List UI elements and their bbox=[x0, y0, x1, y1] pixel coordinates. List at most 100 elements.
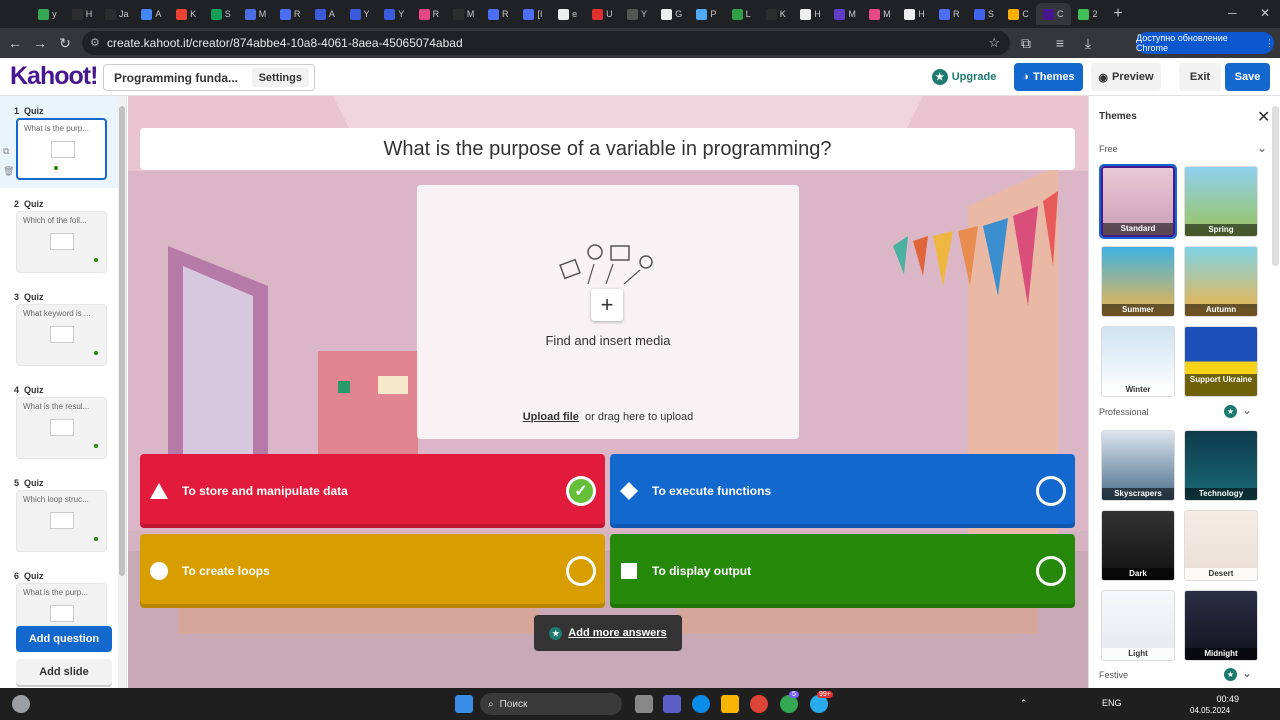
extensions-icon[interactable]: ⧉ bbox=[1016, 33, 1036, 53]
new-tab-button[interactable]: + bbox=[1113, 5, 1122, 23]
browser-tab[interactable]: M bbox=[238, 3, 273, 25]
browser-tab[interactable]: G bbox=[654, 3, 689, 25]
forward-icon[interactable]: → bbox=[30, 33, 50, 53]
slide-thumbnail[interactable]: What is the purp... bbox=[16, 118, 107, 180]
download-icon[interactable]: ⤓ bbox=[1078, 33, 1098, 53]
minimize-icon[interactable]: ─ bbox=[1228, 6, 1237, 20]
answer-3[interactable]: To create loops bbox=[140, 534, 605, 608]
theme-midnight[interactable]: Midnight bbox=[1184, 590, 1258, 661]
chrome-update-button[interactable]: Доступно обновление Chrome ⋮ bbox=[1136, 32, 1274, 54]
tray-chevron-icon[interactable]: ⌃ bbox=[1020, 698, 1028, 709]
media-dropzone[interactable]: + Find and insert media Upload file or d… bbox=[417, 185, 799, 439]
site-info-icon[interactable]: ⚙ bbox=[90, 36, 100, 49]
preview-button[interactable]: ◉ Preview bbox=[1091, 63, 1161, 91]
slide-thumbnail[interactable]: Which of the foll... bbox=[16, 211, 107, 273]
kahoot-logo[interactable]: Kahoot! bbox=[10, 62, 98, 91]
slide-thumbnail[interactable]: What is the resul... bbox=[16, 397, 107, 459]
browser-tab[interactable]: [I bbox=[516, 3, 551, 25]
url-input[interactable]: ⚙ create.kahoot.it/creator/874abbe4-10a8… bbox=[82, 31, 1010, 55]
browser-tab[interactable]: U bbox=[585, 3, 620, 25]
upgrade-button[interactable]: ★ Upgrade bbox=[925, 63, 1003, 91]
browser-tab[interactable]: Y bbox=[342, 3, 377, 25]
themes-button[interactable]: ◑ Themes bbox=[1014, 63, 1083, 91]
browser-tab[interactable]: M bbox=[828, 3, 863, 25]
slide-thumbnail[interactable]: What keyword is ... bbox=[16, 304, 107, 366]
add-question-button[interactable]: Add question bbox=[16, 626, 112, 652]
close-themes-icon[interactable]: ✕ bbox=[1257, 107, 1270, 127]
browser-tab[interactable]: Ja bbox=[99, 3, 134, 25]
browser-tab[interactable]: K bbox=[169, 3, 204, 25]
browser-tab[interactable]: P bbox=[689, 3, 724, 25]
themes-scrollbar[interactable] bbox=[1272, 106, 1279, 266]
reading-list-icon[interactable]: ≡ bbox=[1050, 33, 1070, 53]
slide-item[interactable]: 4 Quiz What is the resul... bbox=[0, 375, 118, 467]
theme-support-ukraine[interactable]: Support Ukraine bbox=[1184, 326, 1258, 397]
add-slide-button[interactable]: Add slide bbox=[16, 659, 112, 685]
trash-icon[interactable]: 🗑 bbox=[3, 166, 14, 177]
correct-toggle[interactable] bbox=[566, 556, 596, 586]
insert-media-plus-button[interactable]: + bbox=[591, 289, 623, 321]
settings-button[interactable]: Settings bbox=[251, 68, 309, 87]
correct-toggle[interactable] bbox=[1036, 556, 1066, 586]
browser-tab[interactable]: y bbox=[30, 3, 65, 25]
browser-tab[interactable]: H bbox=[897, 3, 932, 25]
browser-tab[interactable]: S bbox=[967, 3, 1002, 25]
explorer-icon[interactable] bbox=[721, 695, 739, 713]
browser-tab[interactable]: C bbox=[1035, 3, 1071, 25]
theme-dark[interactable]: Dark bbox=[1101, 510, 1175, 581]
browser-tab[interactable]: R bbox=[481, 3, 516, 25]
question-input[interactable]: What is the purpose of a variable in pro… bbox=[140, 128, 1075, 170]
answer-4[interactable]: To display output bbox=[610, 534, 1075, 608]
browser-tab[interactable]: A bbox=[134, 3, 169, 25]
theme-autumn[interactable]: Autumn bbox=[1184, 246, 1258, 317]
theme-spring[interactable]: Spring bbox=[1184, 166, 1258, 237]
scrollbar-thumb[interactable] bbox=[119, 106, 125, 576]
save-button[interactable]: Save bbox=[1225, 63, 1270, 91]
chevron-down-icon[interactable]: ⌄ bbox=[1242, 403, 1252, 417]
theme-summer[interactable]: Summer bbox=[1101, 246, 1175, 317]
browser-tab[interactable]: L bbox=[724, 3, 759, 25]
correct-toggle[interactable]: ✓ bbox=[566, 476, 596, 506]
lang-indicator[interactable]: ENG bbox=[1102, 698, 1122, 708]
weather-icon[interactable] bbox=[12, 695, 30, 713]
answer-2[interactable]: To execute functions bbox=[610, 454, 1075, 528]
browser-tab[interactable]: S bbox=[203, 3, 238, 25]
sidebar-scrollbar[interactable] bbox=[118, 96, 126, 688]
slide-item[interactable]: 1 Quiz What is the purp... bbox=[0, 96, 118, 188]
chevron-down-icon[interactable]: ⌄ bbox=[1242, 666, 1252, 680]
task-view-icon[interactable] bbox=[635, 695, 653, 713]
theme-light[interactable]: Light bbox=[1101, 590, 1175, 661]
slide-item[interactable]: 5 Quiz Which loop struc... bbox=[0, 468, 118, 560]
browser-tab[interactable]: R bbox=[412, 3, 447, 25]
browser-tab[interactable]: H bbox=[65, 3, 100, 25]
theme-skyscrapers[interactable]: Skyscrapers bbox=[1101, 430, 1175, 501]
theme-winter[interactable]: Winter bbox=[1101, 326, 1175, 397]
slide-item[interactable]: 3 Quiz What keyword is ... bbox=[0, 282, 118, 374]
reload-icon[interactable]: ↻ bbox=[55, 33, 75, 53]
browser-tab[interactable]: e bbox=[550, 3, 585, 25]
duplicate-icon[interactable]: ⧉ bbox=[3, 146, 9, 157]
teams-icon[interactable] bbox=[663, 695, 681, 713]
browser-tab[interactable]: Y bbox=[620, 3, 655, 25]
theme-technology[interactable]: Technology bbox=[1184, 430, 1258, 501]
slide-thumbnail[interactable]: Which loop struc... bbox=[16, 490, 107, 552]
add-more-answers-button[interactable]: ★ Add more answers bbox=[534, 615, 682, 651]
edge-icon[interactable] bbox=[692, 695, 710, 713]
slide-item[interactable]: 2 Quiz Which of the foll... bbox=[0, 189, 118, 281]
start-icon[interactable] bbox=[455, 695, 473, 713]
upload-file-link[interactable]: Upload file bbox=[523, 411, 579, 423]
close-window-icon[interactable]: ✕ bbox=[1260, 6, 1270, 20]
browser-tab[interactable]: A bbox=[308, 3, 343, 25]
theme-standard[interactable]: Standard bbox=[1099, 164, 1177, 239]
browser-tab[interactable]: H bbox=[793, 3, 828, 25]
browser-tab[interactable]: 2 bbox=[1071, 3, 1106, 25]
exit-button[interactable]: Exit bbox=[1179, 63, 1221, 91]
browser-tab[interactable]: R bbox=[273, 3, 308, 25]
browser-tab[interactable]: M bbox=[446, 3, 481, 25]
taskbar-search[interactable]: ⌕ Поиск bbox=[480, 693, 622, 715]
correct-toggle[interactable] bbox=[1036, 476, 1066, 506]
back-icon[interactable]: ← bbox=[5, 33, 25, 53]
theme-desert[interactable]: Desert bbox=[1184, 510, 1258, 581]
answer-1[interactable]: To store and manipulate data ✓ bbox=[140, 454, 605, 528]
browser-tab[interactable]: K bbox=[758, 3, 793, 25]
